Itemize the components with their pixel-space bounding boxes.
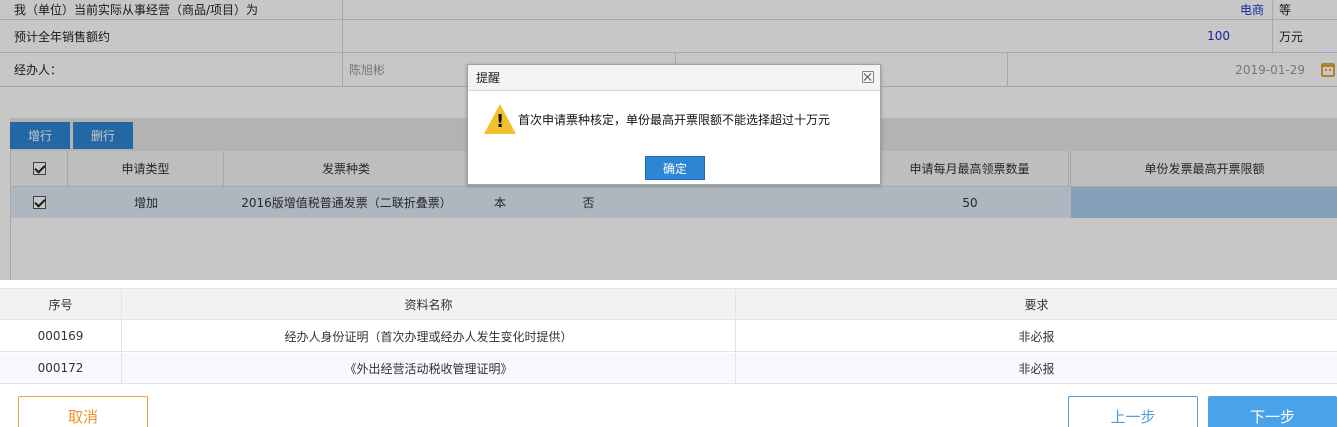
close-icon[interactable]	[862, 71, 874, 83]
table-row[interactable]: 000169 经办人身份证明（首次办理或经办人发生变化时提供） 非必报	[0, 321, 1337, 352]
material-name: 《外出经营活动税收管理证明》	[122, 353, 736, 383]
header-req: 要求	[1024, 297, 1049, 312]
reminder-dialog: 提醒 ! 首次申请票种核定，单份最高开票限额不能选择超过十万元 确定	[467, 64, 881, 185]
dialog-title-text: 提醒	[476, 71, 501, 85]
table-row[interactable]: 000172 《外出经营活动税收管理证明》 非必报	[0, 353, 1337, 384]
warning-exclamation: !	[496, 111, 505, 132]
material-name: 经办人身份证明（首次办理或经办人发生变化时提供）	[122, 321, 736, 351]
ok-button[interactable]: 确定	[645, 156, 705, 180]
prev-step-button[interactable]: 上一步	[1068, 396, 1198, 427]
material-no: 000169	[0, 321, 122, 351]
dialog-title: 提醒	[468, 65, 880, 91]
header-no: 序号	[0, 289, 122, 319]
cancel-button[interactable]: 取消	[18, 396, 148, 427]
material-req: 非必报	[1018, 361, 1055, 376]
next-step-button[interactable]: 下一步	[1208, 396, 1337, 427]
dialog-message: 首次申请票种核定，单份最高开票限额不能选择超过十万元	[518, 113, 831, 127]
material-req: 非必报	[1018, 329, 1055, 344]
material-no: 000172	[0, 353, 122, 383]
header-name: 资料名称	[122, 289, 736, 319]
materials-header: 序号 资料名称 要求	[0, 288, 1337, 320]
